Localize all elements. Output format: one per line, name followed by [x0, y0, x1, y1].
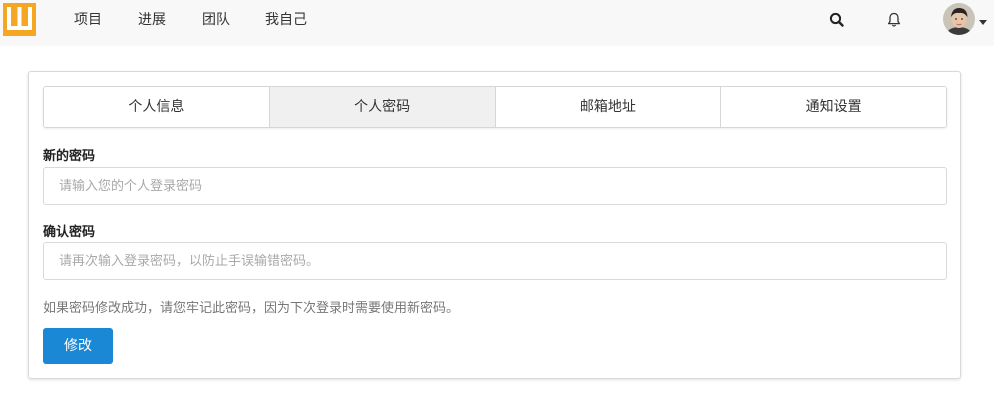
- nav-item-projects[interactable]: 项目: [74, 0, 102, 46]
- nav-item-progress[interactable]: 进展: [138, 0, 166, 46]
- password-hint-text: 如果密码修改成功，请您牢记此密码，因为下次登录时需要使用新密码。: [43, 301, 460, 316]
- password-settings-card: 个人信息 个人密码 邮箱地址 通知设置 新的密码 确认密码 如果密码修改成功，请…: [28, 71, 961, 379]
- new-password-input[interactable]: [43, 167, 947, 205]
- logo-icon[interactable]: [3, 3, 36, 36]
- nav-item-myself[interactable]: 我自己: [265, 0, 307, 46]
- search-icon[interactable]: [828, 11, 846, 29]
- nav-item-team[interactable]: 团队: [202, 0, 230, 46]
- tab-email-address[interactable]: 邮箱地址: [494, 87, 721, 127]
- submit-button[interactable]: 修改: [43, 328, 113, 364]
- tab-personal-password[interactable]: 个人密码: [268, 87, 495, 127]
- confirm-password-label: 确认密码: [43, 225, 96, 240]
- new-password-label: 新的密码: [43, 149, 96, 164]
- tab-personal-info[interactable]: 个人信息: [44, 87, 269, 127]
- top-navbar: 项目 进展 团队 我自己: [0, 0, 994, 46]
- bell-icon[interactable]: [885, 11, 903, 29]
- user-menu-caret-icon[interactable]: [979, 20, 987, 25]
- confirm-password-input[interactable]: [43, 242, 947, 280]
- tab-notification-settings[interactable]: 通知设置: [720, 87, 946, 127]
- settings-tabs: 个人信息 个人密码 邮箱地址 通知设置: [43, 86, 947, 128]
- user-avatar[interactable]: [943, 3, 975, 35]
